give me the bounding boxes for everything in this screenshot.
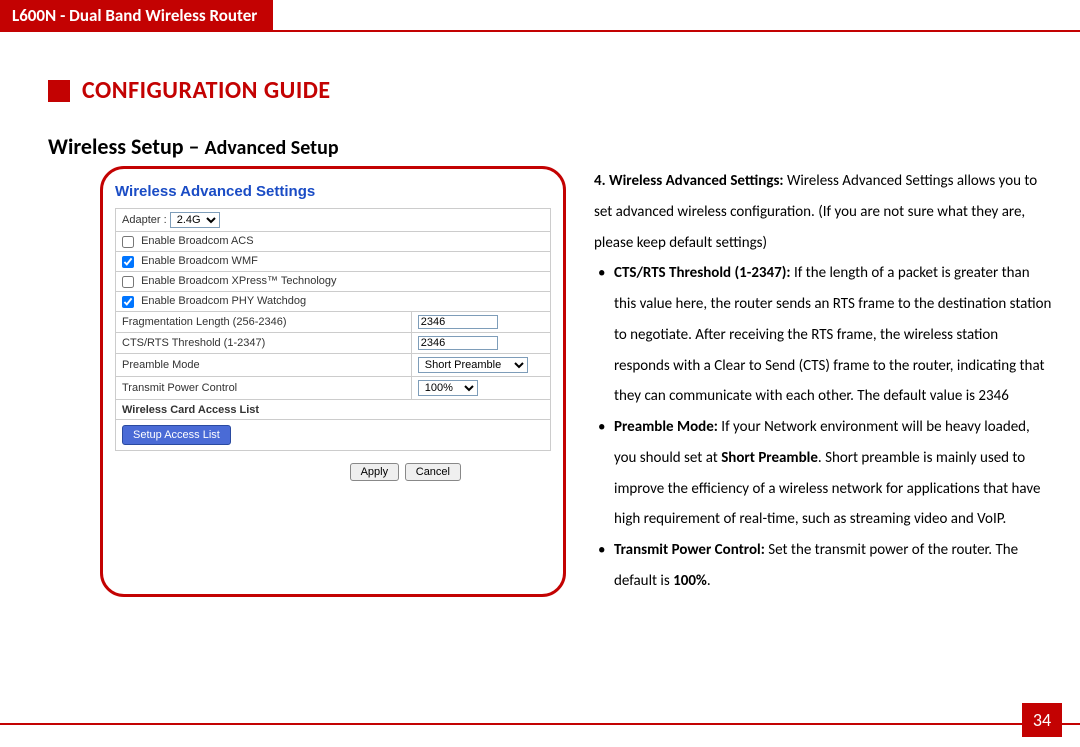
acl-btn-cell: Setup Access List [116,420,551,451]
cb-row-wmf: Enable Broadcom WMF [116,252,551,272]
bullet-cts-bold: CTS/RTS Threshold (1-2347): [614,264,794,282]
intro-bold: Wireless Advanced Settings: [609,172,787,190]
bullet-cts: CTS/RTS Threshold (1-2347): If the lengt… [596,258,1052,412]
setup-access-list-button[interactable]: Setup Access List [122,425,231,445]
intro-paragraph: 4. Wireless Advanced Settings: Wireless … [594,166,1052,258]
bullet-preamble: Preamble Mode: If your Network environme… [596,412,1052,535]
checkbox-acs[interactable] [122,236,134,248]
settings-table: Adapter : 2.4G Enable Broadcom ACS Enabl… [115,208,551,451]
checkbox-wmf-label: Enable Broadcom WMF [141,255,258,267]
settings-screenshot: Wireless Advanced Settings Adapter : 2.4… [100,166,566,597]
button-row: Apply Cancel [115,451,551,483]
intro-num: 4. [594,172,609,190]
adapter-select[interactable]: 2.4G [170,212,220,228]
panel-title: Wireless Advanced Settings [115,183,551,200]
subheading-main: Wireless Setup [48,133,184,160]
bullet-tx-end: . [707,572,711,590]
page-number: 34 [1022,703,1062,737]
bullet-cts-rest: If the length of a packet is greater tha… [614,264,1051,405]
cb-row-phy: Enable Broadcom PHY Watchdog [116,292,551,312]
bullet-tx-bold: Transmit Power Control: [614,541,768,559]
subheading-sep: – [184,133,205,160]
section-heading-text: CONFIGURATION GUIDE [82,76,331,105]
tx-cell: 100% [411,377,550,400]
tx-select[interactable]: 100% [418,380,478,396]
checkbox-phy[interactable] [122,296,134,308]
checkbox-xpress[interactable] [122,276,134,288]
cb-row-xpress: Enable Broadcom XPress™ Technology [116,272,551,292]
cancel-button[interactable]: Cancel [405,463,461,481]
preamble-cell: Short Preamble [411,354,550,377]
acl-heading: Wireless Card Access List [116,400,551,420]
cts-input[interactable] [418,336,498,350]
tx-label: Transmit Power Control [116,377,412,400]
header-bar: L600N - Dual Band Wireless Router [0,0,1080,32]
cts-label: CTS/RTS Threshold (1-2347) [116,333,412,354]
apply-button[interactable]: Apply [350,463,400,481]
subheading-sub: Advanced Setup [204,136,338,160]
preamble-label: Preamble Mode [116,354,412,377]
checkbox-wmf[interactable] [122,256,134,268]
bullet-tx-val: 100% [673,572,707,590]
footer-bar [0,723,1080,725]
frag-input[interactable] [418,315,498,329]
preamble-select[interactable]: Short Preamble [418,357,528,373]
adapter-label: Adapter : [122,214,167,226]
bullet-preamble-bold: Preamble Mode: [614,418,721,436]
header-title: L600N - Dual Band Wireless Router [0,0,273,30]
checkbox-phy-label: Enable Broadcom PHY Watchdog [141,295,306,307]
adapter-row: Adapter : 2.4G [116,209,551,232]
frag-label: Fragmentation Length (256-2346) [116,312,412,333]
cts-cell [411,333,550,354]
heading-marker [48,80,70,102]
section-heading: CONFIGURATION GUIDE [48,76,1080,105]
bullet-preamble-sp: Short Preamble [721,449,818,467]
bullet-tx: Transmit Power Control: Set the transmit… [596,535,1052,597]
frag-cell [411,312,550,333]
description-column: 4. Wireless Advanced Settings: Wireless … [594,166,1052,597]
cb-row-acs: Enable Broadcom ACS [116,232,551,252]
subheading: Wireless Setup – Advanced Setup [48,133,1080,160]
checkbox-xpress-label: Enable Broadcom XPress™ Technology [141,275,336,287]
checkbox-acs-label: Enable Broadcom ACS [141,235,254,247]
